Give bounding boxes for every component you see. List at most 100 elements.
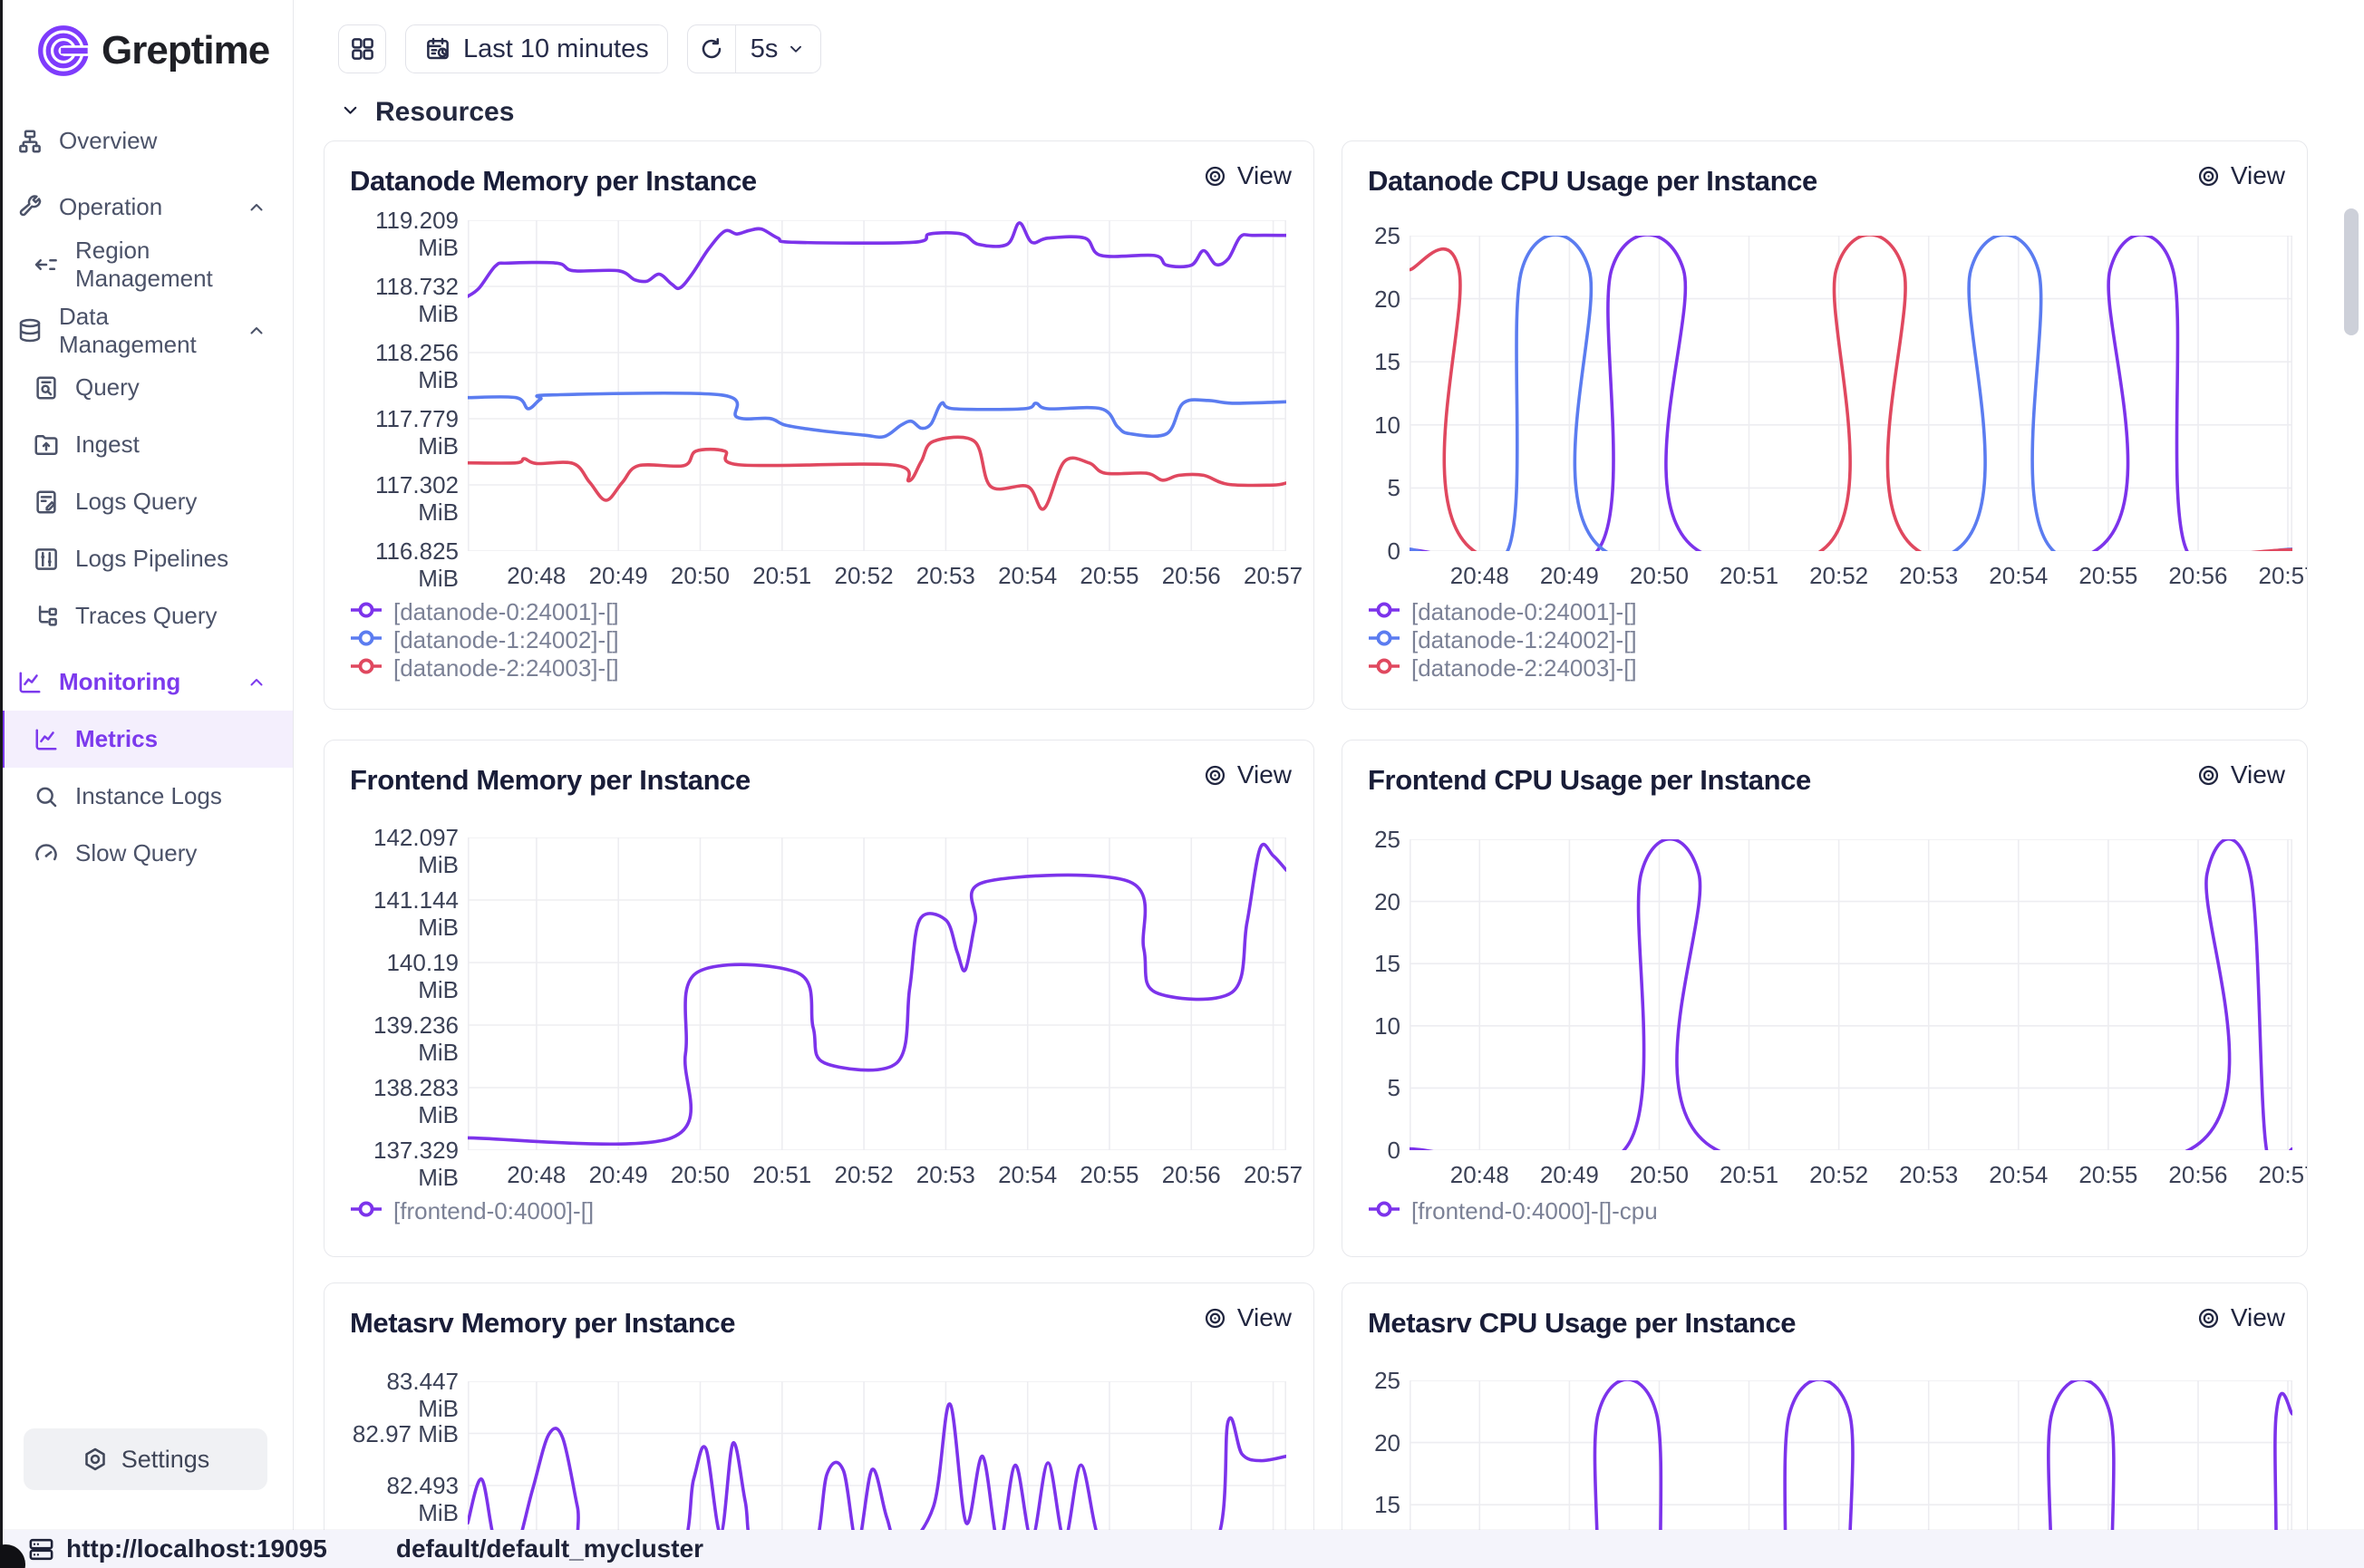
sidebar-item-label: Metrics [75, 725, 158, 753]
legend-item[interactable]: [datanode-2:24003]-[] [350, 654, 619, 682]
gauge-icon [33, 840, 60, 867]
layout-grid-button[interactable] [338, 24, 386, 73]
charts-grid: Datanode Memory per InstanceView 119.209 … [324, 140, 2364, 1568]
legend-item[interactable]: [datanode-0:24001]-[] [350, 598, 619, 626]
legend-marker-icon [1368, 627, 1400, 653]
plot-canvas[interactable] [468, 837, 1286, 1150]
view-button[interactable]: View [1203, 1302, 1292, 1334]
chart-icon [33, 726, 60, 753]
y-axis-tick-label: 118.256 MiB [350, 339, 459, 393]
legend-label: [datanode-0:24001]-[] [393, 598, 619, 626]
chart-icon [16, 669, 44, 696]
view-button[interactable]: View [1203, 160, 1292, 192]
logo-text: Greptime [102, 28, 269, 73]
x-axis-tick-label: 20:56 [2157, 1161, 2239, 1189]
legend-label: [datanode-1:24002]-[] [1411, 626, 1637, 654]
view-label: View [1237, 760, 1292, 789]
view-button[interactable]: View [2196, 759, 2285, 791]
y-axis-tick-label: 15 [1368, 1491, 1400, 1518]
doc-search-icon [33, 374, 60, 402]
card-header: Datanode CPU Usage per InstanceView [1368, 160, 2285, 198]
sidebar-item-slow-query[interactable]: Slow Query [0, 825, 293, 882]
y-axis-tick-label: 83.447 MiB [350, 1368, 459, 1422]
y-axis-tick-label: 138.283 MiB [350, 1074, 459, 1128]
legend-label: [datanode-2:24003]-[] [1411, 654, 1637, 682]
time-range-label: Last 10 minutes [463, 34, 649, 64]
view-label: View [2231, 161, 2285, 190]
view-label: View [2231, 760, 2285, 789]
sidebar-item-region-management[interactable]: Region Management [0, 236, 293, 293]
view-button[interactable]: View [2196, 1302, 2285, 1334]
legend-item[interactable]: [frontend-0:4000]-[] [350, 1197, 594, 1225]
x-axis-tick-label: 20:51 [1709, 562, 1790, 590]
time-range-button[interactable]: Last 10 minutes [405, 24, 668, 73]
x-axis-tick-label: 20:51 [1709, 1161, 1790, 1189]
plot-canvas[interactable] [1410, 839, 2292, 1150]
x-axis-tick-label: 20:54 [987, 1161, 1069, 1189]
chart-card-0: Datanode Memory per InstanceView 119.209 … [324, 140, 1314, 710]
legend-marker-icon [1368, 655, 1400, 682]
view-button[interactable]: View [1203, 759, 1292, 791]
refresh-interval-select[interactable]: 5s [736, 25, 821, 73]
x-axis-tick-label: 20:56 [2157, 562, 2239, 590]
vertical-scrollbar[interactable] [2344, 208, 2359, 335]
y-axis-tick-label: 117.302 MiB [350, 471, 459, 526]
sidebar-item-monitoring[interactable]: Monitoring [0, 653, 293, 711]
plot-canvas[interactable] [468, 220, 1286, 551]
x-axis-tick-label: 20:57 [2247, 562, 2308, 590]
legend-label: [datanode-1:24002]-[] [393, 626, 619, 654]
y-axis-tick-label: 10 [1368, 1012, 1400, 1040]
legend: [datanode-0:24001]-[][datanode-1:24002]-… [350, 598, 619, 682]
folder-in-icon [33, 431, 60, 459]
main-content: Last 10 minutes 5s Resources Datanode Me… [294, 0, 2364, 1568]
cluster-name: default/default_mycluster [396, 1534, 703, 1563]
legend-marker-icon [350, 1198, 383, 1224]
sidebar-item-operation[interactable]: Operation [0, 179, 293, 236]
tree-icon [33, 603, 60, 630]
refresh-button[interactable] [688, 25, 735, 73]
branch-icon [33, 251, 60, 278]
chevron-up-icon [246, 672, 267, 693]
doc-edit-icon [33, 489, 60, 516]
settings-label: Settings [121, 1446, 210, 1474]
legend-item[interactable]: [datanode-2:24003]-[] [1368, 654, 1637, 682]
connection-url: http://localhost:19095 [66, 1534, 327, 1563]
sidebar-item-instance-logs[interactable]: Instance Logs [0, 768, 293, 825]
chart-card-5: Metasrv CPU Usage per InstanceView252015 [1342, 1282, 2308, 1568]
sidebar-item-logs-query[interactable]: Logs Query [0, 473, 293, 530]
chevron-down-icon [339, 99, 362, 126]
card-header: Datanode Memory per InstanceView [350, 160, 1292, 198]
resources-section-toggle[interactable]: Resources [339, 97, 2364, 128]
sidebar-item-data-management[interactable]: Data Management [0, 302, 293, 359]
y-axis-tick-label: 139.236 MiB [350, 1011, 459, 1066]
calendar-clock-icon [424, 35, 451, 63]
x-axis-tick-label: 20:50 [659, 1161, 741, 1189]
card-header: Metasrv Memory per InstanceView [350, 1302, 1292, 1340]
sidebar-item-overview[interactable]: Overview [0, 112, 293, 169]
legend-item[interactable]: [datanode-0:24001]-[] [1368, 598, 1637, 626]
view-icon [1203, 1306, 1227, 1331]
x-axis-tick-label: 20:49 [1528, 562, 1610, 590]
x-axis-tick-label: 20:53 [905, 562, 986, 590]
legend-item[interactable]: [frontend-0:4000]-[]-cpu [1368, 1197, 1658, 1225]
sidebar-item-label: Logs Pipelines [75, 545, 228, 573]
sidebar-item-label: Traces Query [75, 602, 218, 630]
logo[interactable]: Greptime [0, 0, 293, 89]
y-axis-tick-label: 119.209 MiB [350, 207, 459, 261]
refresh-icon [698, 35, 725, 63]
y-axis-tick-label: 10 [1368, 411, 1400, 439]
sidebar-item-metrics[interactable]: Metrics [0, 711, 293, 768]
x-axis-tick-label: 20:52 [1798, 1161, 1880, 1189]
refresh-group: 5s [687, 24, 822, 73]
settings-button[interactable]: Settings [24, 1428, 267, 1490]
sidebar-item-traces-query[interactable]: Traces Query [0, 587, 293, 644]
legend-item[interactable]: [datanode-1:24002]-[] [1368, 626, 1637, 654]
sidebar-item-ingest[interactable]: Ingest [0, 416, 293, 473]
y-axis-tick-label: 5 [1368, 474, 1400, 501]
plot-canvas[interactable] [1410, 236, 2292, 551]
sidebar-item-query[interactable]: Query [0, 359, 293, 416]
sidebar-item-label: Query [75, 373, 140, 402]
legend-item[interactable]: [datanode-1:24002]-[] [350, 626, 619, 654]
view-button[interactable]: View [2196, 160, 2285, 192]
sidebar-item-logs-pipelines[interactable]: Logs Pipelines [0, 530, 293, 587]
